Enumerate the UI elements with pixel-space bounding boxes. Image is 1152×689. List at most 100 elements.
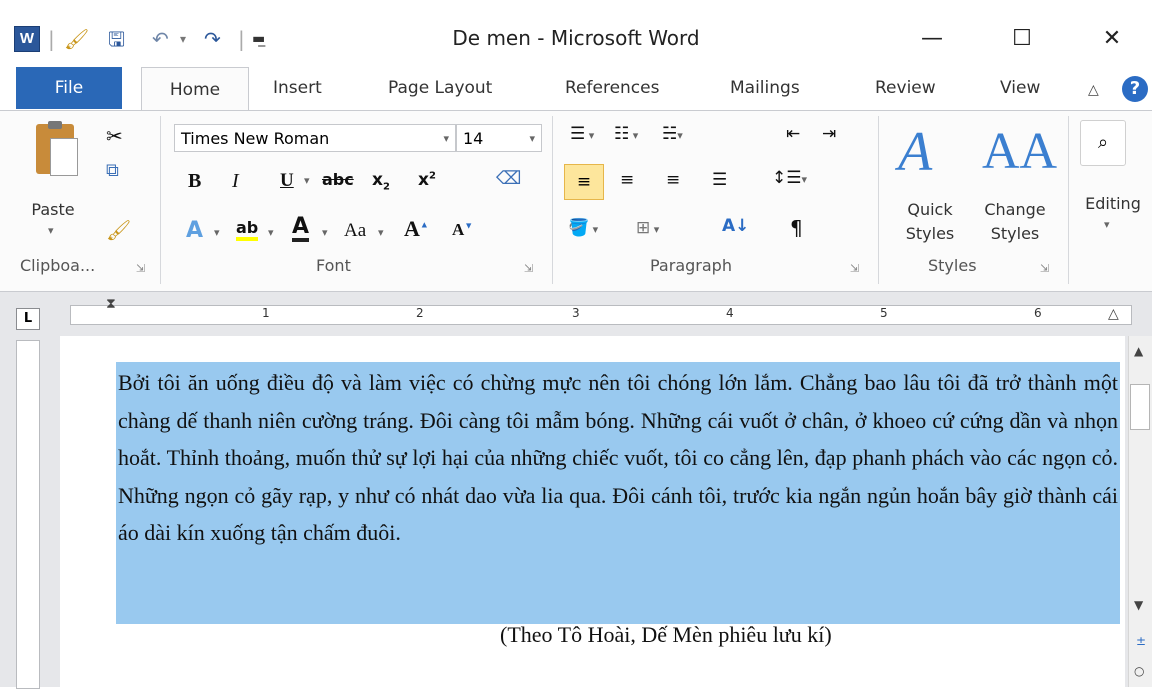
bullets-icon[interactable]: ☰ ▾ <box>570 124 594 144</box>
chevron-down-icon[interactable]: ▾ <box>304 174 310 187</box>
font-group-label: Font <box>316 256 351 275</box>
horizontal-ruler[interactable] <box>70 305 1132 325</box>
tab-review[interactable]: Review <box>875 78 936 98</box>
group-divider <box>160 116 161 284</box>
strikethrough-icon[interactable]: abc <box>322 170 354 189</box>
numbering-icon[interactable]: ☷ ▾ <box>614 124 638 144</box>
scroll-up-icon[interactable]: ▲ <box>1134 344 1143 358</box>
font-name-combo[interactable]: Times New Roman ▾ <box>174 124 456 152</box>
ruler-number: 3 <box>572 306 580 320</box>
font-name-value: Times New Roman <box>181 129 330 148</box>
show-formatting-icon[interactable]: ¶ <box>790 216 803 240</box>
change-styles-label: Change Styles <box>984 200 1046 243</box>
chevron-down-icon: ▾ <box>529 132 535 145</box>
citation[interactable]: (Theo Tô Hoài, Dế Mèn phiêu lưu kí) <box>500 622 832 648</box>
chevron-down-icon: ▾ <box>48 224 54 237</box>
clear-formatting-icon[interactable]: ⌫ <box>496 168 521 189</box>
quick-styles-button[interactable]: A Quick Styles <box>890 120 970 252</box>
align-left-button[interactable]: ≡ <box>564 164 604 200</box>
group-divider <box>878 116 879 284</box>
cut-icon[interactable]: ✂ <box>106 124 123 148</box>
maximize-button[interactable]: ☐ <box>1000 24 1044 54</box>
format-painter-icon[interactable]: 🖌 <box>106 218 131 242</box>
text-effects-icon[interactable]: A <box>186 218 203 243</box>
highlight-icon[interactable]: ab <box>236 218 259 241</box>
grow-font-icon[interactable]: A▲ <box>404 216 429 242</box>
scroll-thumb[interactable] <box>1130 384 1150 430</box>
select-browse-object-icon[interactable]: ○ <box>1134 664 1144 678</box>
font-color-icon[interactable]: A <box>292 216 310 242</box>
tab-page-layout[interactable]: Page Layout <box>388 78 492 98</box>
editing-button[interactable]: ⌕ Editing ▾ <box>1074 120 1152 252</box>
minimize-ribbon-icon[interactable]: △ <box>1088 82 1099 98</box>
sort-icon[interactable]: A↓ <box>722 216 749 236</box>
shrink-font-icon[interactable]: A▼ <box>452 220 473 240</box>
multilevel-list-icon[interactable]: ☵▾ <box>662 124 683 144</box>
scroll-down-icon[interactable]: ▼ <box>1134 598 1143 612</box>
tab-home[interactable]: Home <box>141 67 249 112</box>
font-size-value: 14 <box>463 129 484 148</box>
font-size-combo[interactable]: 14 ▾ <box>456 124 542 152</box>
change-styles-icon: AA <box>982 123 1058 180</box>
right-indent-marker[interactable]: △ <box>1108 306 1119 322</box>
ruler-number: 4 <box>726 306 734 320</box>
quick-styles-label: Quick Styles <box>905 200 955 243</box>
styles-group-label: Styles <box>928 256 977 275</box>
chevron-down-icon[interactable]: ▾ <box>322 226 328 239</box>
tab-references[interactable]: References <box>565 78 659 98</box>
editing-label: Editing <box>1085 194 1141 213</box>
vertical-ruler <box>16 340 40 689</box>
ruler-number: 5 <box>880 306 888 320</box>
group-divider <box>1068 116 1069 284</box>
paragraph-group-label: Paragraph <box>650 256 732 275</box>
tab-insert[interactable]: Insert <box>273 78 322 98</box>
ruler-number: 6 <box>1034 306 1042 320</box>
justify-icon[interactable]: ☰ <box>712 170 727 190</box>
decrease-indent-icon[interactable]: ⇤ <box>786 124 800 144</box>
left-indent-marker[interactable]: ⧗ <box>106 296 120 322</box>
paste-label: Paste <box>31 200 75 219</box>
increase-indent-icon[interactable]: ⇥ <box>822 124 836 144</box>
tab-mailings[interactable]: Mailings <box>730 78 800 98</box>
help-icon[interactable]: ? <box>1122 76 1148 102</box>
change-case-icon[interactable]: Aa <box>344 220 366 242</box>
align-right-icon[interactable]: ≡ <box>666 170 680 190</box>
clipboard-launcher-icon[interactable]: ⇲ <box>136 262 145 275</box>
borders-icon[interactable]: ⊞ ▾ <box>636 218 659 238</box>
subscript-icon[interactable]: x2 <box>372 170 390 192</box>
styles-launcher-icon[interactable]: ⇲ <box>1040 262 1049 275</box>
superscript-icon[interactable]: x2 <box>418 170 436 190</box>
change-styles-button[interactable]: AA Change Styles <box>972 120 1058 252</box>
tab-file[interactable]: File <box>16 67 122 109</box>
ruler-number: 1 <box>262 306 270 320</box>
align-center-icon[interactable]: ≡ <box>620 170 634 190</box>
chevron-down-icon: ▾ <box>443 132 449 145</box>
find-icon: ⌕ <box>1080 120 1126 166</box>
quick-styles-icon: A <box>898 121 933 183</box>
chevron-down-icon[interactable]: ▾ <box>214 226 220 239</box>
tab-selector[interactable]: L <box>16 308 40 330</box>
align-left-icon: ≡ <box>576 172 592 192</box>
copy-icon[interactable]: ⧉ <box>106 160 119 181</box>
ruler-number: 2 <box>416 306 424 320</box>
minimize-button[interactable]: — <box>910 24 954 54</box>
chevron-down-icon: ▾ <box>1104 218 1110 231</box>
italic-icon[interactable]: I <box>232 170 239 193</box>
clipboard-icon <box>36 121 78 176</box>
paste-button[interactable]: Paste ▾ <box>30 121 86 244</box>
group-divider <box>552 116 553 284</box>
body-paragraph[interactable]: Bởi tôi ăn uống điều độ và làm việc có c… <box>118 364 1118 552</box>
chevron-down-icon[interactable]: ▾ <box>378 226 384 239</box>
shading-icon[interactable]: 🪣 ▾ <box>568 218 598 238</box>
underline-icon[interactable]: U <box>280 170 294 192</box>
line-spacing-icon[interactable]: ↕☰▾ <box>772 168 807 188</box>
paragraph-launcher-icon[interactable]: ⇲ <box>850 262 859 275</box>
font-launcher-icon[interactable]: ⇲ <box>524 262 533 275</box>
close-button[interactable]: ✕ <box>1090 24 1134 54</box>
chevron-down-icon[interactable]: ▾ <box>268 226 274 239</box>
tab-view[interactable]: View <box>1000 78 1040 98</box>
window-title: De men - Microsoft Word <box>452 26 700 50</box>
clipboard-group-label: Clipboa... <box>20 256 96 275</box>
previous-page-icon[interactable]: ± <box>1136 634 1146 648</box>
bold-icon[interactable]: B <box>188 170 201 193</box>
